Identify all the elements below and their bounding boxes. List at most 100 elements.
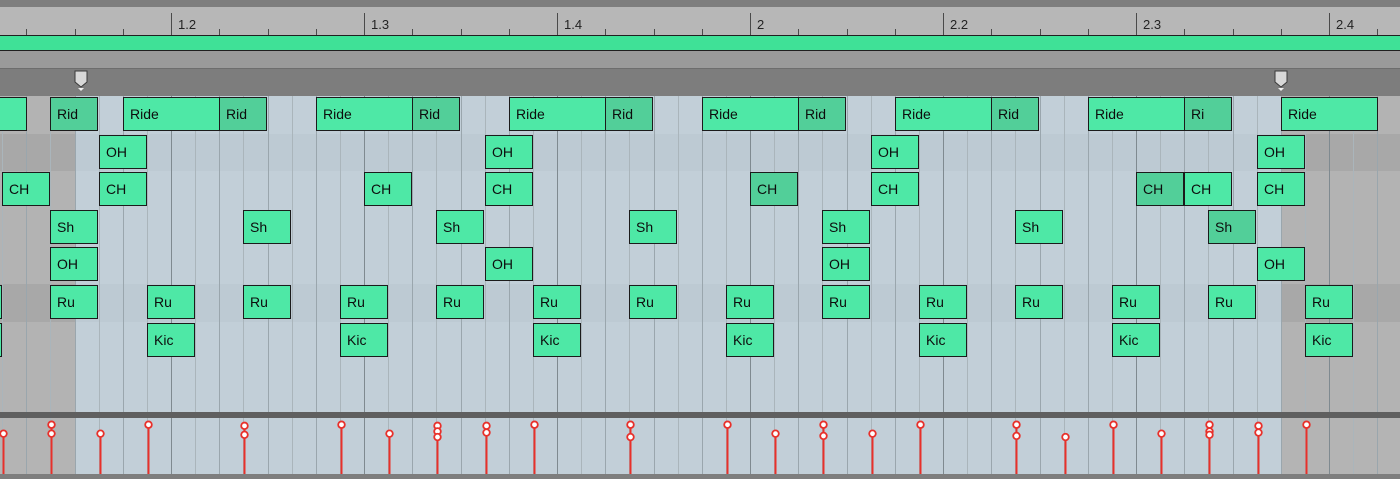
midi-note-rumble[interactable]: Ru: [243, 285, 291, 319]
note-grid[interactable]: de Rid Ride Rid Ride Rid Ride Rid Ride Rid Ride Rid…: [0, 96, 1400, 412]
velocity-handle[interactable]: [916, 420, 925, 429]
midi-note-shaker[interactable]: Sh: [436, 210, 484, 244]
midi-note-rumble[interactable]: Ru: [1305, 285, 1353, 319]
midi-note-kick[interactable]: Kic: [1112, 323, 1160, 357]
velocity-handle[interactable]: [144, 420, 153, 429]
velocity-handle[interactable]: [1157, 429, 1166, 438]
midi-note-shaker[interactable]: Sh: [243, 210, 291, 244]
midi-note-ch[interactable]: CH: [2, 172, 50, 206]
velocity-handle[interactable]: [1012, 420, 1021, 429]
velocity-handle[interactable]: [1302, 420, 1311, 429]
velocity-handle[interactable]: [47, 420, 56, 429]
velocity-handle[interactable]: [0, 429, 8, 438]
velocity-handle[interactable]: [96, 429, 105, 438]
velocity-handle[interactable]: [626, 420, 635, 429]
velocity-handle[interactable]: [1061, 432, 1070, 442]
midi-note-kick[interactable]: Kic: [340, 323, 388, 357]
midi-note-kick[interactable]: Kic: [533, 323, 581, 357]
midi-note-shaker[interactable]: Sh: [1015, 210, 1063, 244]
midi-note-ride[interactable]: Ride: [1088, 97, 1185, 131]
midi-note-ride[interactable]: Rid: [50, 97, 98, 131]
midi-note-rumble[interactable]: Ru: [533, 285, 581, 319]
midi-note-rumble[interactable]: Ru: [726, 285, 774, 319]
velocity-handle[interactable]: [482, 428, 491, 437]
velocity-lane[interactable]: [0, 418, 1400, 474]
loop-end-marker-icon[interactable]: [1274, 70, 1288, 92]
midi-note-kick[interactable]: Kic: [919, 323, 967, 357]
midi-note-ch[interactable]: CH: [364, 172, 412, 206]
velocity-handle[interactable]: [723, 420, 732, 429]
velocity-handle[interactable]: [47, 429, 56, 438]
midi-note-shaker[interactable]: Sh: [629, 210, 677, 244]
velocity-handle[interactable]: [771, 429, 780, 438]
midi-note-ride[interactable]: de: [0, 97, 27, 131]
midi-note-rumble[interactable]: Ru: [1208, 285, 1256, 319]
midi-note-rumble[interactable]: Ru: [822, 285, 870, 319]
velocity-handle[interactable]: [819, 431, 828, 441]
midi-note-oh-alt[interactable]: OH: [485, 135, 533, 169]
midi-note-shaker[interactable]: Sh: [50, 210, 98, 244]
midi-note-rumble[interactable]: Ru: [919, 285, 967, 319]
midi-note-ride[interactable]: Ride: [1281, 97, 1378, 131]
loop-start-marker-icon[interactable]: [74, 70, 88, 92]
midi-note-ride[interactable]: Rid: [798, 97, 846, 131]
midi-note-kick[interactable]: Kic: [726, 323, 774, 357]
midi-note-ride[interactable]: Ride: [895, 97, 992, 131]
midi-note-oh-alt[interactable]: OH: [871, 135, 919, 169]
midi-note-oh-alt[interactable]: OH: [99, 135, 147, 169]
velocity-handle[interactable]: [482, 421, 491, 431]
midi-note-oh-alt[interactable]: OH: [1257, 135, 1305, 169]
midi-note-ch[interactable]: CH: [485, 172, 533, 206]
velocity-handle[interactable]: [1254, 428, 1263, 437]
midi-note-ride[interactable]: Ride: [509, 97, 606, 131]
midi-note-oh[interactable]: OH: [485, 247, 533, 281]
midi-note-shaker[interactable]: Sh: [1208, 210, 1256, 244]
loop-brace-bar[interactable]: [0, 68, 1400, 96]
midi-note-rumble[interactable]: Ru: [340, 285, 388, 319]
midi-note-rumble[interactable]: Ru: [436, 285, 484, 319]
midi-note-ch[interactable]: CH: [99, 172, 147, 206]
velocity-handle[interactable]: [530, 420, 539, 429]
velocity-handle[interactable]: [1254, 421, 1263, 431]
velocity-handle[interactable]: [1205, 420, 1214, 429]
velocity-handle[interactable]: [1109, 420, 1118, 429]
midi-note-rumble[interactable]: Ru: [1112, 285, 1160, 319]
velocity-handle[interactable]: [1205, 430, 1214, 439]
midi-note-rumble[interactable]: Ru: [629, 285, 677, 319]
velocity-handle[interactable]: [868, 429, 877, 438]
velocity-handle[interactable]: [240, 421, 249, 431]
midi-note-oh[interactable]: OH: [822, 247, 870, 281]
velocity-handle[interactable]: [433, 432, 442, 442]
velocity-handle[interactable]: [240, 430, 249, 439]
midi-note-ride[interactable]: Rid: [219, 97, 267, 131]
midi-note-rumble[interactable]: Ru: [1015, 285, 1063, 319]
midi-note-oh[interactable]: OH: [50, 247, 98, 281]
midi-note-ch[interactable]: CH: [1257, 172, 1305, 206]
midi-note-ch[interactable]: CH: [750, 172, 798, 206]
midi-note-ride[interactable]: Ride: [702, 97, 799, 131]
midi-note-rumble[interactable]: Ru: [50, 285, 98, 319]
midi-note-ride[interactable]: Ride: [123, 97, 220, 131]
velocity-handle[interactable]: [626, 432, 635, 442]
midi-note-ch[interactable]: CH: [871, 172, 919, 206]
midi-note-ch[interactable]: CH: [1184, 172, 1232, 206]
midi-note-kick[interactable]: c: [0, 323, 2, 357]
beat-ruler[interactable]: 1.2 1.3 1.4 2 2.2 2.3 2.4: [0, 7, 1400, 35]
midi-note-kick[interactable]: Kic: [1305, 323, 1353, 357]
midi-note-ride[interactable]: Rid: [412, 97, 460, 131]
midi-note-ride[interactable]: Ri: [1184, 97, 1232, 131]
midi-note-ride[interactable]: Ride: [316, 97, 413, 131]
velocity-handle[interactable]: [385, 429, 394, 438]
midi-note-ch[interactable]: CH: [1136, 172, 1184, 206]
midi-note-ride[interactable]: Rid: [605, 97, 653, 131]
velocity-handle[interactable]: [1012, 431, 1021, 441]
midi-note-shaker[interactable]: Sh: [822, 210, 870, 244]
midi-note-rumble[interactable]: Ru: [147, 285, 195, 319]
midi-note-kick[interactable]: Kic: [147, 323, 195, 357]
midi-note-ride[interactable]: Rid: [991, 97, 1039, 131]
velocity-handle[interactable]: [337, 420, 346, 429]
clip-region-bar[interactable]: [0, 35, 1400, 51]
midi-note-oh[interactable]: OH: [1257, 247, 1305, 281]
velocity-handle[interactable]: [819, 420, 828, 429]
velocity-stems[interactable]: [0, 418, 1400, 474]
